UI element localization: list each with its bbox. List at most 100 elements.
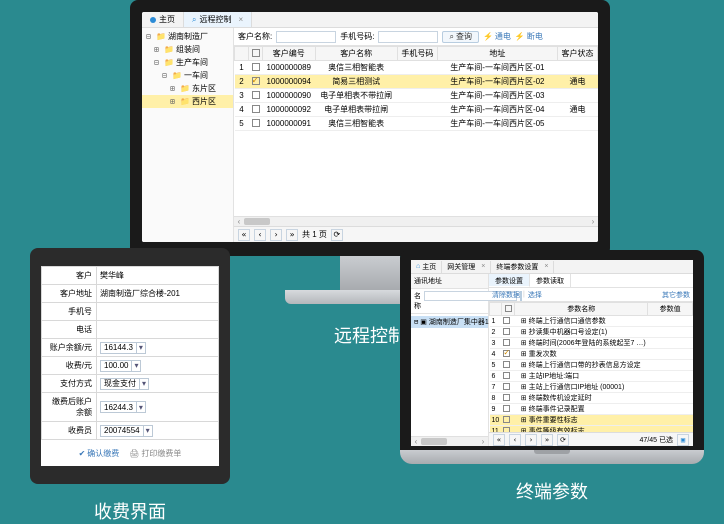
confirm-pay-button[interactable]: ✔确认缴费	[79, 448, 120, 459]
poweroff-button[interactable]: ⚡断电	[515, 31, 543, 42]
table-row[interactable]: 21000000094简易三相测试生产车间-一车间西片区-02通电	[235, 75, 598, 89]
export-button[interactable]: ▣	[677, 434, 689, 446]
table-row[interactable]: 6⊞ 主站IP地址:端口	[490, 371, 693, 382]
arrow-right-icon[interactable]: ›	[588, 217, 598, 226]
table-row[interactable]: 9⊞ 终端事件记录配置	[490, 404, 693, 415]
print-button[interactable]: 🖨打印缴费单	[129, 448, 181, 459]
table-row[interactable]: 8⊞ 终端数传机设定延时	[490, 393, 693, 404]
lp-title-bar: ⌂主页 网关管理× 终端参数设置×	[411, 260, 693, 274]
arrow-left-icon[interactable]: ‹	[234, 217, 244, 226]
table-row[interactable]: 10⊞ 事件重要性标志	[490, 415, 693, 426]
col-status[interactable]: 客户状态	[557, 47, 597, 61]
sidebar-hscroll[interactable]: ‹ ›	[234, 216, 598, 226]
row-checkbox[interactable]	[503, 350, 510, 357]
close-icon[interactable]: ×	[544, 263, 548, 270]
after-combo[interactable]: 16244.3▾	[100, 401, 146, 413]
tool-select[interactable]: 选择	[528, 290, 542, 300]
row-checkbox[interactable]	[252, 119, 260, 127]
lp-tab-gateway[interactable]: 网关管理×	[442, 261, 491, 273]
table-row[interactable]: 4⊞ 重发次数	[490, 349, 693, 360]
subtab-set[interactable]: 参数设置	[489, 274, 530, 287]
row-checkbox[interactable]	[503, 361, 510, 368]
cust-label: 客户	[42, 267, 97, 285]
check-all[interactable]	[252, 49, 260, 57]
row-checkbox[interactable]	[503, 372, 510, 379]
tool-other[interactable]: 其它参数	[662, 290, 690, 300]
table-row[interactable]: 3⊞ 终端时间(2006年登陆的系统起至7 …)	[490, 338, 693, 349]
tool-clear[interactable]: 清除数据	[492, 290, 520, 300]
lp-tree-root[interactable]: ⊟ ▣ 湖南制造厂集中器1	[411, 316, 488, 328]
row-checkbox[interactable]	[252, 91, 260, 99]
tab-remote[interactable]: ⌕ 远程控制 ×	[184, 12, 252, 27]
table-row[interactable]: 1⊞ 终端上行通信口通信参数	[490, 316, 693, 327]
check-icon: ✔	[79, 449, 86, 458]
tree-root[interactable]: ⊟📁湖南制造厂	[142, 30, 233, 43]
row-checkbox[interactable]	[252, 63, 260, 71]
next-page-button[interactable]: ›	[270, 229, 282, 241]
device-icon: ▣	[420, 318, 427, 326]
col-check[interactable]	[249, 47, 263, 61]
row-checkbox[interactable]	[503, 383, 510, 390]
cust-name-input[interactable]	[276, 31, 336, 43]
tree-node[interactable]: ⊟📁生产车间	[142, 56, 233, 69]
refresh-button[interactable]: ⟳	[557, 434, 569, 446]
row-checkbox[interactable]	[503, 328, 510, 335]
table-row[interactable]: 2⊞ 抄读集中机器口号设定(1)	[490, 327, 693, 338]
row-checkbox[interactable]	[252, 105, 260, 113]
fee-input[interactable]: 100.00▾	[100, 360, 141, 372]
poweron-button[interactable]: ⚡通电	[483, 31, 511, 42]
row-checkbox[interactable]	[503, 394, 510, 401]
row-checkbox[interactable]	[503, 317, 510, 324]
table-row[interactable]: 5⊞ 终端上行通信口带的抄表信息方设定	[490, 360, 693, 371]
col-phone[interactable]: 手机号码	[397, 47, 437, 61]
col-addr[interactable]: 地址	[437, 47, 557, 61]
refresh-button[interactable]: ⟳	[331, 229, 343, 241]
tree-node[interactable]: ⊟📁一车间	[142, 69, 233, 82]
phone-input[interactable]	[378, 31, 438, 43]
tree-node[interactable]: ⊞📁组装间	[142, 43, 233, 56]
folder-icon: 📁	[164, 58, 174, 67]
check-all[interactable]	[505, 305, 512, 312]
tree-node-selected[interactable]: ⊞📁西片区	[142, 95, 233, 108]
paymethod-label: 支付方式	[42, 375, 97, 393]
lp-side-hscroll[interactable]: ‹›	[411, 436, 488, 446]
table-row[interactable]: 7⊞ 主站上行通信口IP地址 (00001)	[490, 382, 693, 393]
table-row[interactable]: 51000000091奥信三相智能表生产车间-一车间西片区-05	[235, 117, 598, 131]
col-cust-name[interactable]: 客户名称	[315, 47, 397, 61]
table-row[interactable]: 31000000090电子单相表不带拉闸生产车间-一车间西片区-03	[235, 89, 598, 103]
row-checkbox[interactable]	[503, 339, 510, 346]
prev-page-button[interactable]: ‹	[509, 434, 521, 446]
scroll-thumb[interactable]	[244, 218, 270, 225]
tab-home[interactable]: 主页	[142, 12, 184, 27]
row-checkbox[interactable]	[503, 405, 510, 412]
close-icon[interactable]: ×	[481, 263, 485, 270]
lp-toolbar: 清除数据 | 选择 其它参数	[489, 288, 693, 302]
row-checkbox[interactable]	[252, 77, 260, 85]
col-param-val[interactable]: 参数值	[648, 303, 693, 316]
next-page-button[interactable]: ›	[525, 434, 537, 446]
folder-icon: 📁	[164, 45, 174, 54]
last-page-button[interactable]: »	[286, 229, 298, 241]
col-cust-id[interactable]: 客户编号	[263, 47, 316, 61]
folder-icon: 📁	[180, 97, 190, 106]
last-page-button[interactable]: »	[541, 434, 553, 446]
collector-combo[interactable]: 20074554▾	[100, 425, 153, 437]
table-row[interactable]: 41000000092电子单相表带拉闸生产车间-一车间西片区-04通电	[235, 103, 598, 117]
close-icon[interactable]: ×	[238, 15, 243, 24]
lp-tab-home[interactable]: ⌂主页	[411, 261, 442, 273]
row-checkbox[interactable]	[503, 416, 510, 423]
col-index[interactable]	[235, 47, 249, 61]
remote-control-app: 主页 ⌕ 远程控制 × ⊟📁湖南制造厂 ⊞📁组装间 ⊟📁生产车间 ⊟📁一车间 ⊞…	[142, 12, 598, 242]
prev-page-button[interactable]: ‹	[254, 229, 266, 241]
first-page-button[interactable]: «	[238, 229, 250, 241]
query-button[interactable]: ⌕查询	[442, 31, 478, 43]
balance-combo[interactable]: 16144.3▾	[100, 342, 146, 354]
subtab-read[interactable]: 参数读取	[530, 274, 571, 287]
row-checkbox[interactable]	[503, 427, 510, 433]
table-row[interactable]: 11000000089奥信三相智能表生产车间-一车间西片区-01	[235, 61, 598, 75]
col-param-name[interactable]: 参数名称	[515, 303, 648, 316]
first-page-button[interactable]: «	[493, 434, 505, 446]
tree-node[interactable]: ⊞📁东片区	[142, 82, 233, 95]
paymethod-select[interactable]: 现金支付▾	[100, 378, 149, 390]
lp-tab-params[interactable]: 终端参数设置×	[491, 261, 554, 273]
